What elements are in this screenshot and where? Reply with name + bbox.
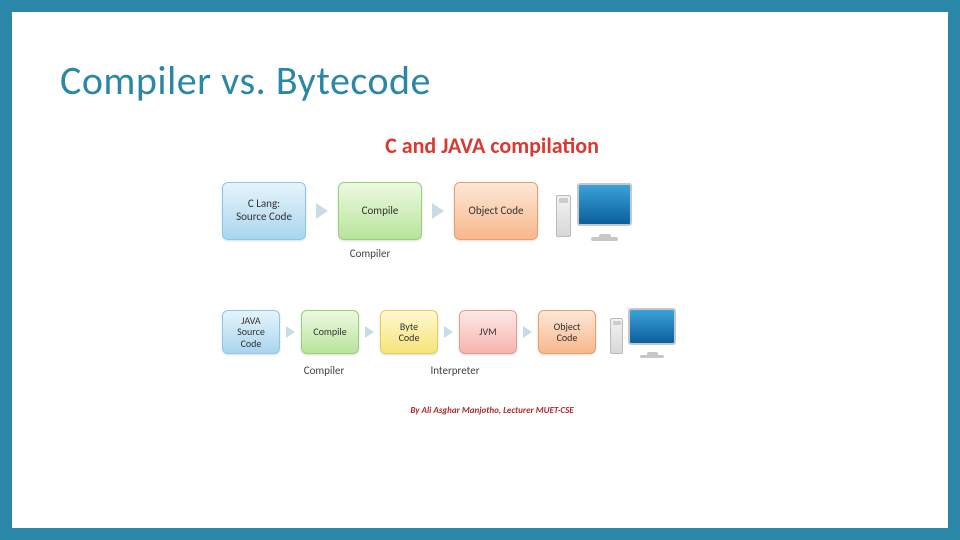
java-flow-wrap: JAVASourceCode Compile ByteCode JVM Obje… [212, 306, 772, 377]
java-bytecode-box: ByteCode [380, 310, 438, 354]
java-object-box: ObjectCode [538, 310, 596, 354]
arrow-icon [523, 326, 532, 338]
java-interpreter-label: Interpreter [426, 364, 484, 377]
diagram-title: C and JAVA compilation [212, 132, 772, 159]
arrow-icon [286, 326, 295, 338]
java-flow-row: JAVASourceCode Compile ByteCode JVM Obje… [222, 306, 772, 358]
slide-frame: Compiler vs. Bytecode C and JAVA compila… [0, 0, 960, 540]
arrow-icon [432, 203, 444, 219]
java-flow-labels: Compiler Interpreter [222, 364, 772, 377]
java-compiler-label: Compiler [295, 364, 353, 377]
c-flow-row: C Lang:Source Code Compile Object Code [222, 181, 772, 241]
c-source-box: C Lang:Source Code [222, 182, 306, 240]
java-source-box: JAVASourceCode [222, 310, 280, 354]
c-compiler-label: Compiler [328, 247, 412, 260]
arrow-icon [444, 326, 453, 338]
c-compile-box: Compile [338, 182, 422, 240]
computer-icon [610, 306, 676, 358]
arrow-icon [316, 203, 328, 219]
java-jvm-box: JVM [459, 310, 517, 354]
java-compile-box: Compile [301, 310, 359, 354]
c-flow-labels: Compiler [222, 247, 772, 260]
diagram-container: C and JAVA compilation C Lang:Source Cod… [212, 132, 772, 492]
arrow-icon [365, 326, 374, 338]
c-object-box: Object Code [454, 182, 538, 240]
computer-icon [556, 181, 632, 241]
slide-title: Compiler vs. Bytecode [60, 56, 431, 105]
credit-line: By Ali Asghar Manjotho, Lecturer MUET-CS… [212, 405, 772, 416]
